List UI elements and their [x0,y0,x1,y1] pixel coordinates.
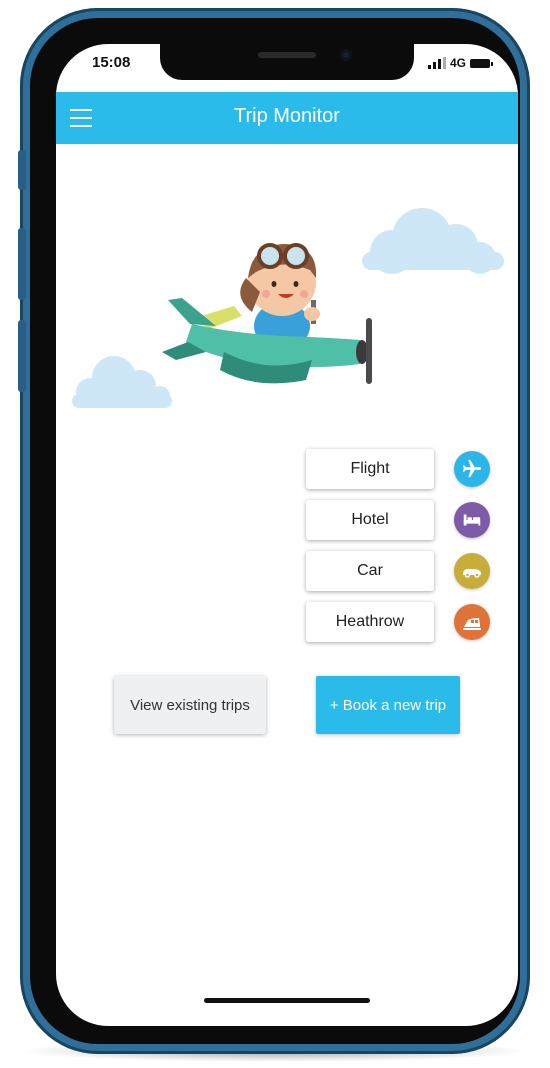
car-button[interactable]: Car [306,551,434,591]
network-type: 4G [449,56,466,70]
car-icon[interactable] [454,553,490,589]
battery-icon [470,58,493,68]
mute-switch [18,150,26,190]
option-row-hotel: Hotel [306,500,506,540]
status-time: 15:08 [92,54,131,71]
signal-icon [427,57,446,69]
screen: 15:08 4G Trip Monitor Flight Hotel Car H… [56,44,518,1026]
flight-button[interactable]: Flight [306,449,434,489]
cloud-right [362,208,504,274]
train-icon[interactable] [454,604,490,640]
option-row-heathrow: Heathrow [306,602,506,642]
speaker [258,52,316,58]
option-row-flight: Flight [306,449,506,489]
pilot-airplane-illustration [72,208,504,408]
bed-icon[interactable] [454,502,490,538]
view-existing-trips-button[interactable]: View existing trips [114,676,266,734]
heathrow-button[interactable]: Heathrow [306,602,434,642]
hotel-button[interactable]: Hotel [306,500,434,540]
page-title: Trip Monitor [234,105,340,127]
volume-up-button [18,228,26,300]
volume-down-button [18,320,26,392]
status-indicators: 4G [427,56,493,70]
airplane-icon[interactable] [454,451,490,487]
app-header: Trip Monitor [56,92,518,144]
option-row-car: Car [306,551,506,591]
home-indicator[interactable] [204,998,370,1003]
notch [160,44,414,80]
front-camera [340,49,352,61]
cloud-left [72,356,172,408]
book-new-trip-button[interactable]: + Book a new trip [316,676,460,734]
